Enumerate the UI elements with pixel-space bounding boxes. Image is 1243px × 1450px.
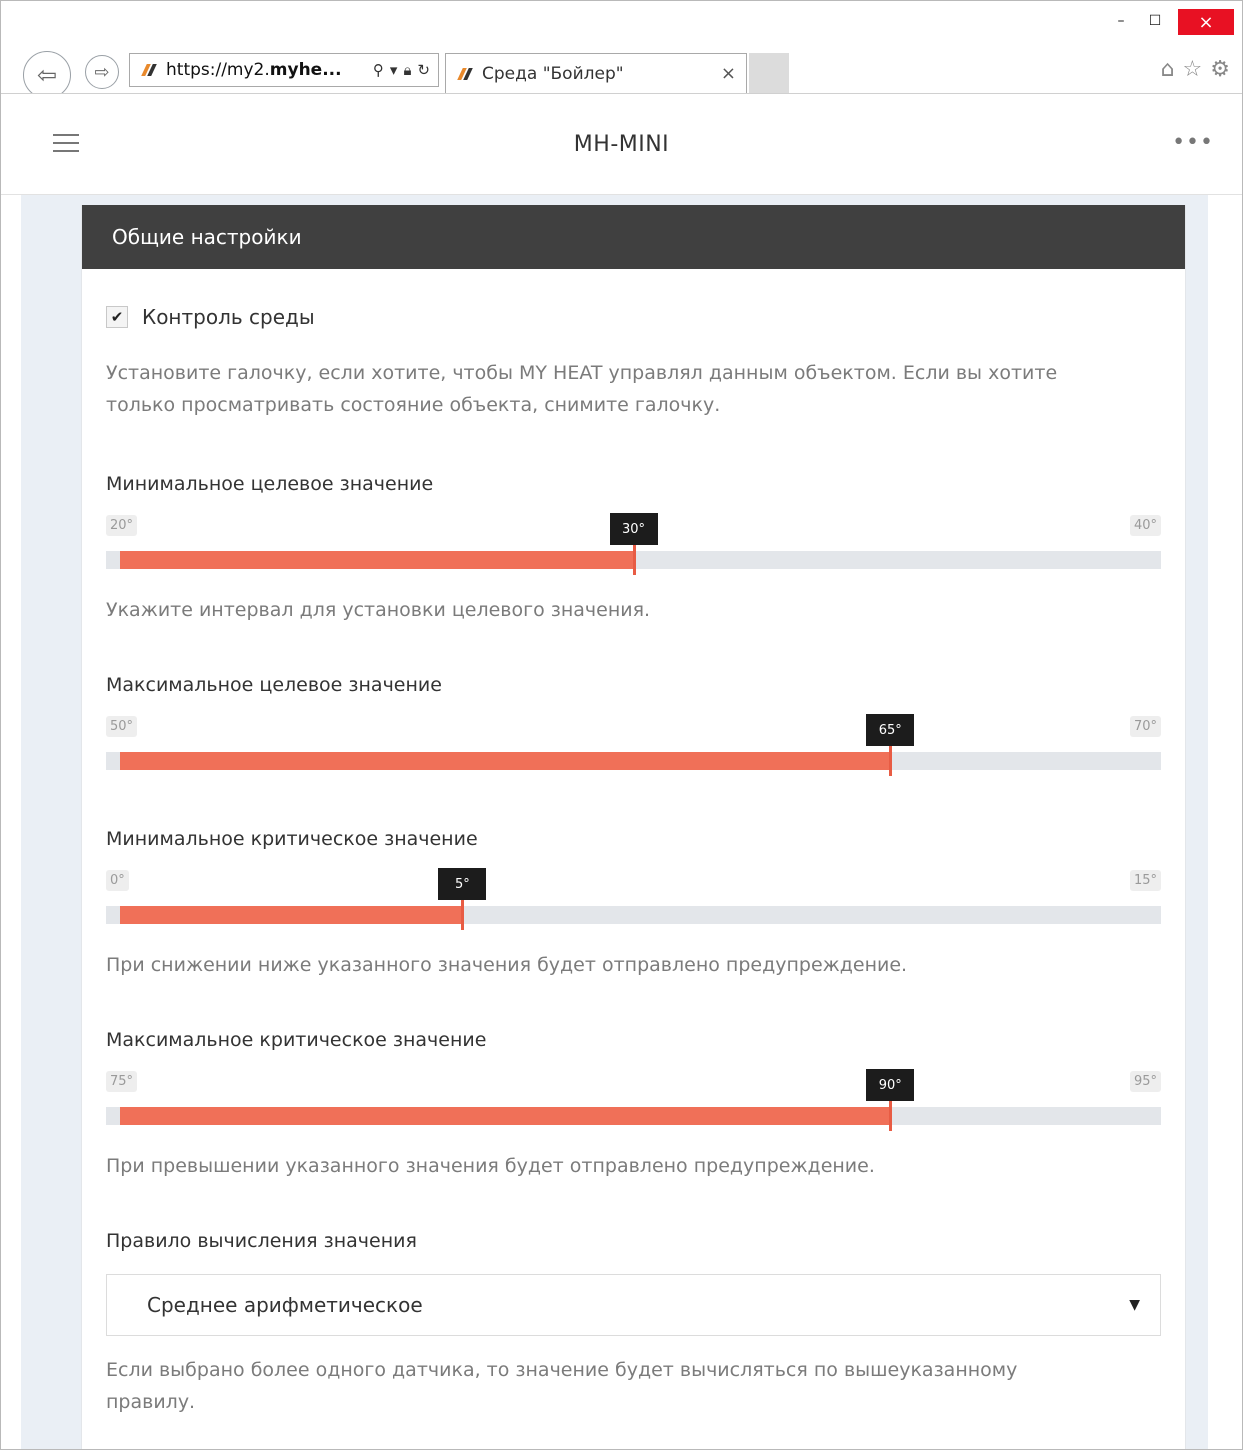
- slider-min-critical[interactable]: 0° 15° 5°: [106, 868, 1161, 940]
- control-checkbox-label[interactable]: Контроль среды: [142, 305, 315, 329]
- slider-min-limit: 0°: [106, 870, 129, 891]
- maximize-button[interactable]: ☐: [1138, 9, 1172, 33]
- more-options-icon[interactable]: •••: [1172, 130, 1214, 155]
- slider-value-tooltip: 5°: [438, 868, 487, 900]
- slider-min-limit: 20°: [106, 515, 138, 536]
- slider-fill: [120, 1107, 891, 1125]
- window-controls: – ☐ ×: [1104, 9, 1234, 35]
- close-window-button[interactable]: ×: [1178, 9, 1234, 35]
- new-tab-button[interactable]: [749, 53, 789, 93]
- control-help-text: Установите галочку, если хотите, чтобы M…: [106, 362, 1058, 416]
- slider-min-limit: 50°: [106, 716, 138, 737]
- slider-max-limit: 95°: [1129, 1071, 1161, 1092]
- address-text[interactable]: https://my2.myhe...: [166, 60, 373, 80]
- site-favicon-icon: [140, 63, 158, 77]
- slider-label-min-target: Минимальное целевое значение: [106, 473, 434, 495]
- app-header: MH-MINI •••: [1, 94, 1242, 195]
- slider-value-tooltip: 30°: [609, 513, 658, 545]
- rule-select-value: Среднее арифметическое: [147, 1293, 423, 1317]
- slider-help-min-target: Укажите интервал для установки целевого …: [106, 599, 651, 621]
- tab-favicon-icon: [456, 67, 474, 81]
- rule-select[interactable]: Среднее арифметическое ▼: [106, 1274, 1161, 1336]
- slider-max-limit: 70°: [1129, 716, 1161, 737]
- slider-handle[interactable]: [461, 900, 465, 930]
- slider-help-max-critical: При превышении указанного значения будет…: [106, 1155, 875, 1177]
- settings-panel: Общие настройки ✔ Контроль среды Установ…: [81, 205, 1186, 1449]
- forward-button[interactable]: ⇨: [85, 55, 119, 89]
- address-actions: ⚲ ▾ 🔒︎ ↻: [373, 61, 430, 79]
- slider-fill: [120, 752, 891, 770]
- browser-toolbar-icons: ⌂ ☆ ⚙: [1161, 57, 1230, 82]
- panel-header: Общие настройки: [82, 205, 1185, 269]
- slider-value-tooltip: 90°: [866, 1069, 915, 1101]
- tab-close-icon[interactable]: ×: [721, 63, 736, 84]
- slider-label-max-target: Максимальное целевое значение: [106, 674, 442, 696]
- control-checkbox-row[interactable]: ✔ Контроль среды: [106, 305, 315, 329]
- slider-max-limit: 40°: [1129, 515, 1161, 536]
- forward-icon: ⇨: [94, 61, 110, 83]
- slider-max-limit: 15°: [1129, 870, 1161, 891]
- slider-help-min-critical: При снижении ниже указанного значения бу…: [106, 954, 908, 976]
- back-button[interactable]: ⇦: [23, 51, 71, 99]
- gear-icon[interactable]: ⚙: [1210, 57, 1230, 82]
- address-scheme: https://my2.: [166, 60, 270, 80]
- browser-window: – ☐ × ⇦ ⇨ https://my2.myhe... ⚲ ▾ 🔒︎ ↻ С…: [0, 0, 1243, 1450]
- slider-handle[interactable]: [889, 1101, 893, 1131]
- slider-fill: [120, 551, 634, 569]
- refresh-icon[interactable]: ↻: [417, 61, 430, 79]
- slider-handle[interactable]: [632, 545, 636, 575]
- address-host: myhe...: [269, 60, 342, 80]
- slider-label-min-critical: Минимальное критическое значение: [106, 828, 478, 850]
- browser-tab[interactable]: Среда "Бойлер" ×: [445, 53, 747, 93]
- rule-label: Правило вычисления значения: [106, 1230, 417, 1252]
- address-bar[interactable]: https://my2.myhe... ⚲ ▾ 🔒︎ ↻: [129, 53, 439, 87]
- search-icon[interactable]: ⚲: [373, 61, 384, 79]
- back-icon: ⇦: [36, 61, 58, 89]
- chevron-down-icon: ▼: [1129, 1297, 1140, 1313]
- slider-max-critical[interactable]: 75° 95° 90°: [106, 1069, 1161, 1141]
- lock-icon[interactable]: 🔒︎: [403, 61, 411, 79]
- slider-max-target[interactable]: 50° 70° 65°: [106, 714, 1161, 786]
- control-checkbox[interactable]: ✔: [106, 306, 128, 328]
- slider-handle[interactable]: [889, 746, 893, 776]
- slider-fill: [120, 906, 463, 924]
- rule-help-text: Если выбрано более одного датчика, то зн…: [106, 1359, 1018, 1413]
- home-icon[interactable]: ⌂: [1161, 57, 1175, 82]
- slider-label-max-critical: Максимальное критическое значение: [106, 1029, 487, 1051]
- dropdown-icon[interactable]: ▾: [390, 61, 398, 79]
- slider-value-tooltip: 65°: [866, 714, 915, 746]
- slider-min-limit: 75°: [106, 1071, 138, 1092]
- star-icon[interactable]: ☆: [1183, 57, 1203, 82]
- slider-min-target[interactable]: 20° 40° 30°: [106, 513, 1161, 585]
- app-title: MH-MINI: [573, 132, 670, 157]
- minimize-button[interactable]: –: [1104, 9, 1138, 33]
- tab-title: Среда "Бойлер": [482, 63, 624, 84]
